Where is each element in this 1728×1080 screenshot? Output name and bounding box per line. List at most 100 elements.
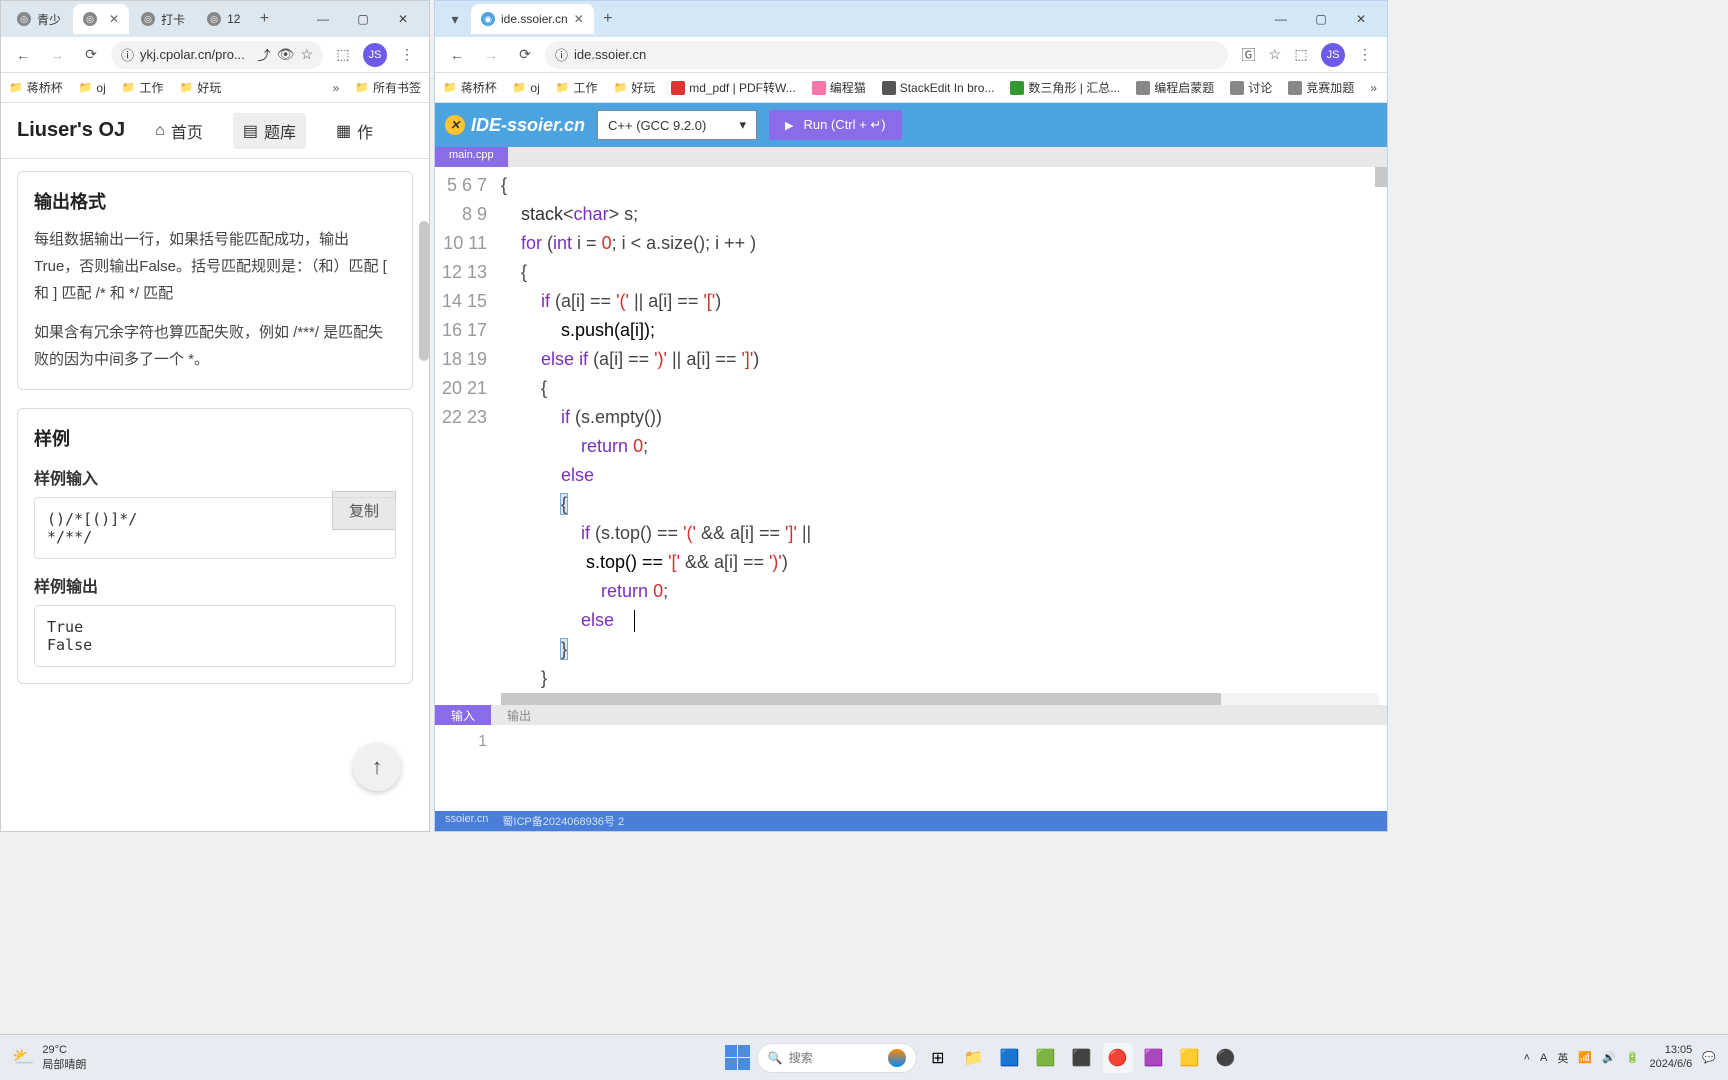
app-icon[interactable]: 🟪 bbox=[1139, 1043, 1169, 1073]
tab-1[interactable]: ◎青少 bbox=[7, 4, 71, 34]
notifications-icon[interactable]: 💬 bbox=[1702, 1051, 1716, 1064]
start-button[interactable] bbox=[725, 1045, 751, 1071]
new-tab-button[interactable]: + bbox=[252, 7, 276, 31]
url-input[interactable]: ⓘ ide.ssoier.cn bbox=[545, 41, 1228, 69]
maximize-button[interactable]: ▢ bbox=[343, 4, 383, 34]
output-format-heading: 输出格式 bbox=[34, 188, 396, 214]
bookmark-favicon-icon bbox=[671, 81, 685, 95]
tab-3[interactable]: ◎打卡 bbox=[131, 4, 195, 34]
forward-button[interactable]: → bbox=[43, 41, 71, 69]
bookmark-folder[interactable]: 蒋桥杯 bbox=[443, 79, 497, 96]
tab-search-icon[interactable]: ▾ bbox=[441, 5, 469, 33]
volume-icon[interactable]: 🔊 bbox=[1602, 1051, 1616, 1064]
all-bookmarks-button[interactable]: 所有书签 bbox=[355, 79, 421, 96]
ime-indicator[interactable]: A bbox=[1540, 1052, 1547, 1064]
run-button[interactable]: ▶ Run (Ctrl + ↵) bbox=[769, 110, 902, 140]
app-icon[interactable]: ⬛ bbox=[1067, 1043, 1097, 1073]
horizontal-scrollbar[interactable] bbox=[501, 693, 1379, 705]
bookmark-star-icon[interactable]: ☆ bbox=[300, 46, 313, 63]
bookmark-link[interactable]: 数三角形 | 汇总... bbox=[1010, 79, 1120, 96]
bookmark-link[interactable]: md_pdf | PDF转W... bbox=[671, 79, 795, 96]
back-button[interactable]: ← bbox=[9, 41, 37, 69]
reload-button[interactable]: ⟳ bbox=[511, 41, 539, 69]
bookmark-folder[interactable]: 蒋桥杯 bbox=[9, 79, 63, 96]
oj-nav-submit[interactable]: ▦ 作 bbox=[326, 113, 383, 149]
bookmark-folder[interactable]: 工作 bbox=[122, 79, 164, 96]
taskbar-search[interactable]: 🔍 搜索 bbox=[757, 1043, 917, 1073]
menu-icon[interactable]: ⋮ bbox=[1351, 41, 1379, 69]
app-icon[interactable]: 🟦 bbox=[995, 1043, 1025, 1073]
oj-nav-home[interactable]: ⌂ 首页 bbox=[145, 113, 213, 149]
app-icon[interactable]: 🟨 bbox=[1175, 1043, 1205, 1073]
app-icon[interactable]: 🟩 bbox=[1031, 1043, 1061, 1073]
oj-content[interactable]: 输出格式 每组数据输出一行，如果括号能匹配成功，输出 True，否则输出Fals… bbox=[1, 159, 429, 831]
share-icon[interactable]: ⤴ bbox=[258, 45, 271, 64]
edit-icon: ▦ bbox=[336, 121, 351, 141]
bookmark-folder[interactable]: 工作 bbox=[556, 79, 598, 96]
forward-button[interactable]: → bbox=[477, 41, 505, 69]
profile-avatar[interactable]: JS bbox=[1321, 43, 1345, 67]
reload-button[interactable]: ⟳ bbox=[77, 41, 105, 69]
close-window-button[interactable]: ✕ bbox=[383, 4, 423, 34]
site-info-icon[interactable]: ⓘ bbox=[555, 45, 568, 64]
bookmark-folder[interactable]: oj bbox=[513, 81, 540, 95]
maximize-button[interactable]: ▢ bbox=[1301, 4, 1341, 34]
profile-avatar[interactable]: JS bbox=[363, 43, 387, 67]
copilot-icon[interactable] bbox=[888, 1049, 906, 1067]
task-view-icon[interactable]: ⊞ bbox=[923, 1043, 953, 1073]
clock[interactable]: 13:05 2024/6/6 bbox=[1649, 1044, 1692, 1070]
minimize-button[interactable]: — bbox=[303, 4, 343, 34]
taskbar-weather[interactable]: ⛅ 29°C 局部晴朗 bbox=[12, 1044, 442, 1072]
close-window-button[interactable]: ✕ bbox=[1341, 4, 1381, 34]
chrome-icon[interactable]: 🔴 bbox=[1103, 1043, 1133, 1073]
close-icon[interactable]: ✕ bbox=[109, 12, 119, 26]
io-tab-input[interactable]: 输入 bbox=[435, 705, 491, 725]
bookmark-folder[interactable]: 好玩 bbox=[179, 79, 221, 96]
minimize-button[interactable]: — bbox=[1261, 4, 1301, 34]
obs-icon[interactable]: ⚫ bbox=[1211, 1043, 1241, 1073]
io-editor[interactable]: 1 bbox=[435, 725, 1387, 811]
io-input-area[interactable] bbox=[501, 725, 1387, 811]
scroll-top-button[interactable]: ↑ bbox=[353, 743, 401, 791]
vertical-scrollbar[interactable] bbox=[1375, 167, 1387, 187]
tab-2-active[interactable]: ◎​✕ bbox=[73, 4, 129, 34]
tab-ide[interactable]: ◉ ide.ssoier.cn ✕ bbox=[471, 4, 594, 34]
bookmark-star-icon[interactable]: ☆ bbox=[1268, 46, 1281, 63]
bookmark-folder[interactable]: oj bbox=[79, 81, 106, 95]
bookmark-link[interactable]: 编程猫 bbox=[812, 79, 866, 96]
bookmark-link[interactable]: 竞赛加题 bbox=[1288, 79, 1354, 96]
wifi-icon[interactable]: 📶 bbox=[1578, 1051, 1592, 1064]
ime-lang-indicator[interactable]: 英 bbox=[1557, 1050, 1568, 1066]
view-icon[interactable]: 👁 bbox=[277, 46, 295, 63]
tab-4[interactable]: ◎12 bbox=[197, 4, 250, 34]
site-info-icon[interactable]: ⓘ bbox=[121, 45, 134, 64]
code-area[interactable]: { stack<char> s; for (int i = 0; i < a.s… bbox=[501, 167, 1387, 705]
io-tab-output[interactable]: 输出 bbox=[491, 705, 547, 725]
extensions-icon[interactable]: ⬚ bbox=[329, 41, 357, 69]
new-tab-button[interactable]: + bbox=[596, 7, 620, 31]
bookmarks-overflow-icon[interactable]: » bbox=[333, 81, 340, 95]
url-input[interactable]: ⓘ ykj.cpolar.cn/pro... ⤴ 👁 ☆ bbox=[111, 41, 323, 69]
footer-link-domain[interactable]: ssoier.cn bbox=[445, 813, 488, 829]
bookmark-link[interactable]: 讨论 bbox=[1230, 79, 1272, 96]
scrollbar-thumb[interactable] bbox=[419, 221, 429, 361]
back-button[interactable]: ← bbox=[443, 41, 471, 69]
file-tab-main[interactable]: main.cpp bbox=[435, 147, 508, 167]
code-editor[interactable]: 5 6 7 8 9 10 11 12 13 14 15 16 17 18 19 … bbox=[435, 167, 1387, 705]
bookmark-link[interactable]: 编程启蒙题 bbox=[1136, 79, 1214, 96]
bookmarks-overflow-icon[interactable]: » bbox=[1370, 81, 1377, 95]
scrollbar-thumb[interactable] bbox=[501, 693, 1221, 705]
footer-link-icp[interactable]: 蜀ICP备2024068936号 2 bbox=[502, 813, 624, 829]
tray-chevron-icon[interactable]: ˄ bbox=[1524, 1052, 1530, 1064]
bookmark-folder[interactable]: 好玩 bbox=[613, 79, 655, 96]
translate-icon[interactable]: 🄶 bbox=[1234, 41, 1262, 69]
close-icon[interactable]: ✕ bbox=[574, 12, 584, 26]
bookmark-link[interactable]: StackEdit In bro... bbox=[882, 81, 995, 95]
oj-nav-problems[interactable]: ▤ 题库 bbox=[233, 113, 306, 149]
language-label: C++ (GCC 9.2.0) bbox=[608, 118, 706, 133]
menu-icon[interactable]: ⋮ bbox=[393, 41, 421, 69]
language-select[interactable]: C++ (GCC 9.2.0) ▾ bbox=[597, 110, 757, 140]
explorer-icon[interactable]: 📁 bbox=[959, 1043, 989, 1073]
battery-icon[interactable]: 🔋 bbox=[1626, 1051, 1640, 1064]
extensions-icon[interactable]: ⬚ bbox=[1287, 41, 1315, 69]
